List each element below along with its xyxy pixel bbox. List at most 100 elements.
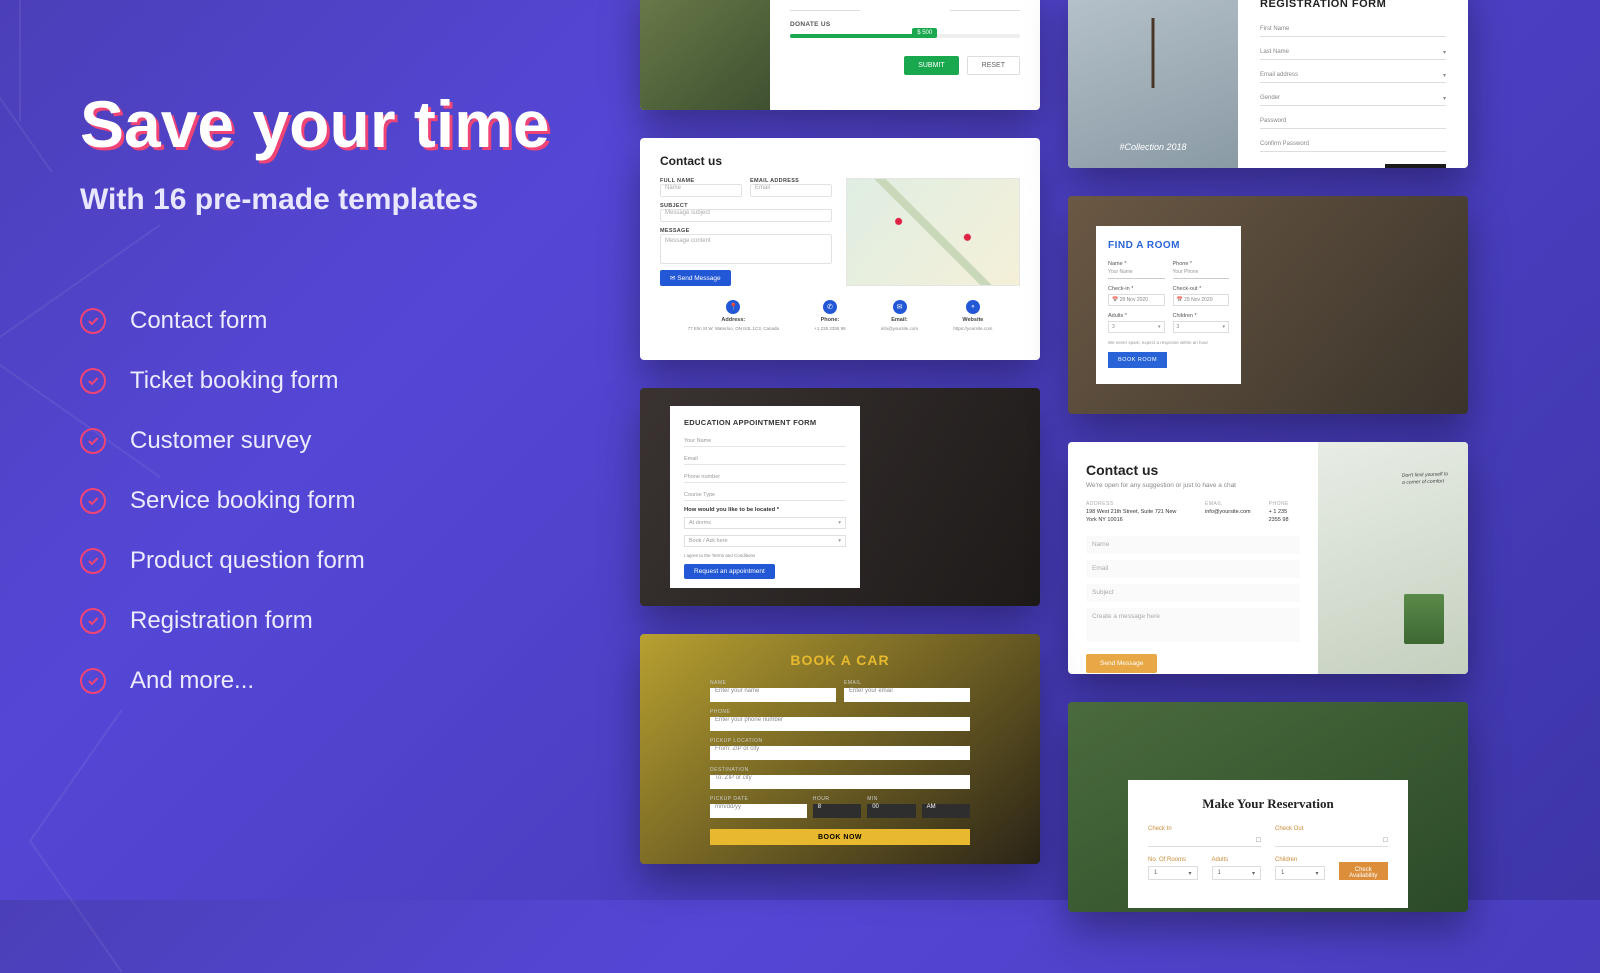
send-message-button[interactable]: ✉ Send Message — [660, 270, 731, 286]
headline: Save your time — [80, 90, 600, 159]
field-label: Children * — [1173, 313, 1230, 319]
field-label: PHONE — [710, 709, 970, 715]
card-title: BOOK A CAR — [640, 652, 1040, 668]
text-input[interactable]: Phone number — [684, 471, 846, 483]
select-input[interactable]: Book / Ask here▾ — [684, 535, 846, 547]
date-input[interactable]: ☐ — [1275, 835, 1388, 847]
text-input[interactable]: Email — [684, 453, 846, 465]
book-room-button[interactable]: BOOK ROOM — [1108, 352, 1167, 368]
select-input[interactable]: 3▾ — [1173, 321, 1230, 333]
field-label: DESTINATION — [710, 767, 970, 773]
date-input[interactable]: 📅 28 Nov 2020 — [1108, 294, 1165, 306]
field-label: Adults * — [1108, 313, 1165, 319]
field-label — [922, 796, 970, 802]
select-input[interactable]: Gender▾ — [1260, 91, 1446, 106]
submit-button[interactable]: SUBMIT — [904, 56, 958, 75]
chevron-down-icon: ▾ — [1315, 870, 1318, 877]
card-image: Don't limit yourself to a corner of comf… — [1318, 442, 1468, 674]
ampm-select[interactable]: AM — [922, 804, 970, 818]
feature-label: Service booking form — [130, 487, 355, 515]
text-input[interactable]: Course Type — [684, 489, 846, 501]
question-label: How would you like to be located * — [684, 507, 846, 513]
text-input[interactable] — [790, 0, 860, 11]
field-label: EMAIL — [844, 680, 970, 686]
cards-column-left: PHONE NUMBER * PAYABLE AT DONATE US $ 50… — [640, 0, 1040, 920]
email-input[interactable]: Email — [750, 184, 832, 197]
hour-select[interactable]: 8 — [813, 804, 861, 818]
send-message-button[interactable]: Send Message — [1086, 654, 1157, 673]
phone-icon: ✆ — [823, 300, 837, 314]
field-label: No. Of Rooms — [1148, 857, 1198, 863]
text-input[interactable]: Your Name — [684, 435, 846, 447]
field-label: Phone * — [1173, 261, 1230, 267]
text-input[interactable] — [950, 0, 1020, 11]
email-input[interactable]: Enter your email — [844, 688, 970, 702]
card-title: EDUCATION APPOINTMENT FORM — [684, 418, 846, 427]
request-button[interactable]: Request an appointment — [684, 564, 775, 579]
field-label: Check Out — [1275, 826, 1388, 832]
text-input[interactable]: First Name — [1260, 22, 1446, 37]
check-icon — [80, 608, 106, 634]
chevron-down-icon: ▾ — [838, 538, 841, 544]
select-input[interactable]: 1▾ — [1212, 866, 1262, 880]
decor-line — [29, 840, 122, 972]
phone-input[interactable]: Enter your phone number — [710, 717, 970, 731]
message-textarea[interactable]: Message content — [660, 234, 832, 264]
card-title: Contact us — [1086, 462, 1300, 478]
chevron-down-icon: ▾ — [1443, 72, 1446, 79]
hero-text-panel: Save your time With 16 pre-made template… — [80, 90, 600, 727]
subject-input[interactable]: Message subject — [660, 209, 832, 222]
select-input[interactable]: At dorms▾ — [684, 517, 846, 529]
subject-input[interactable]: Subject — [1086, 584, 1300, 602]
donate-slider[interactable]: $ 500 — [790, 34, 1020, 38]
field-label: DONATE US — [790, 21, 1020, 28]
select-input[interactable]: 3▾ — [1108, 321, 1165, 333]
template-card-book-car: BOOK A CAR NAMEEnter your name EMAILEnte… — [640, 634, 1040, 864]
name-input[interactable]: Name — [660, 184, 742, 197]
phone-text: + 1 235 2355 98 — [1269, 509, 1300, 524]
pickup-input[interactable]: From: ZIP or city — [710, 746, 970, 760]
select-input[interactable]: 1▾ — [1148, 866, 1198, 880]
text-input[interactable]: Email address▾ — [1260, 68, 1446, 83]
map-widget[interactable] — [846, 178, 1020, 286]
terms-text[interactable]: I agree to the Terms and Conditions — [684, 553, 846, 558]
name-input[interactable]: Your Name — [1108, 269, 1165, 279]
feature-list: Contact form Ticket booking form Custome… — [80, 307, 600, 695]
date-input[interactable]: mm/dd/yy — [710, 804, 807, 818]
text-input[interactable]: Last Name▾ — [1260, 45, 1446, 60]
select-input[interactable]: 1▾ — [1275, 866, 1325, 880]
check-icon — [80, 668, 106, 694]
field-label: ADDRESS — [1086, 501, 1187, 507]
slider-value: $ 500 — [912, 28, 937, 38]
card-title: FIND A ROOM — [1108, 240, 1229, 251]
book-now-button[interactable]: BOOK NOW — [710, 829, 970, 845]
phone-input[interactable]: Your Phone — [1173, 269, 1230, 279]
address-text: 198 West 21th Street, Suite 721 New York… — [1086, 509, 1187, 524]
register-button[interactable]: Register → — [1385, 164, 1446, 168]
check-availability-button[interactable]: Check Availability — [1339, 862, 1389, 880]
message-textarea[interactable]: Create a message here — [1086, 608, 1300, 642]
template-card-find-room: FIND A ROOM Name * Your Name Phone * Your … — [1068, 196, 1468, 414]
feature-item: Customer survey — [80, 427, 600, 455]
template-card-reservation: Make Your Reservation Check In☐ Check Ou… — [1068, 702, 1468, 912]
card-title: Make Your Reservation — [1148, 796, 1388, 812]
field-label: Name * — [1108, 261, 1165, 267]
email-input[interactable]: Email — [1086, 560, 1300, 578]
feature-label: Product question form — [130, 547, 365, 575]
feature-label: Contact form — [130, 307, 267, 335]
card-title: REGISTRATION FORM — [1260, 0, 1446, 10]
destination-input[interactable]: To: ZIP or city — [710, 775, 970, 789]
name-input[interactable]: Name — [1086, 536, 1300, 554]
card-image — [640, 0, 770, 110]
password-input[interactable]: Confirm Password — [1260, 137, 1446, 152]
name-input[interactable]: Enter your name — [710, 688, 836, 702]
reset-button[interactable]: RESET — [967, 56, 1020, 75]
password-input[interactable]: Password — [1260, 114, 1446, 129]
feature-label: Customer survey — [130, 427, 311, 455]
min-select[interactable]: 00 — [867, 804, 915, 818]
helper-text: We never spam; expect a response within … — [1108, 340, 1229, 345]
date-input[interactable]: 📅 29 Nov 2020 — [1173, 294, 1230, 306]
contact-info-address: 📍Address:77 Elm St W, Waterloo, ON N3L 1… — [688, 300, 779, 332]
date-input[interactable]: ☐ — [1148, 835, 1261, 847]
contact-info-phone: ✆Phone:+1 235 2355 98 — [814, 300, 845, 332]
